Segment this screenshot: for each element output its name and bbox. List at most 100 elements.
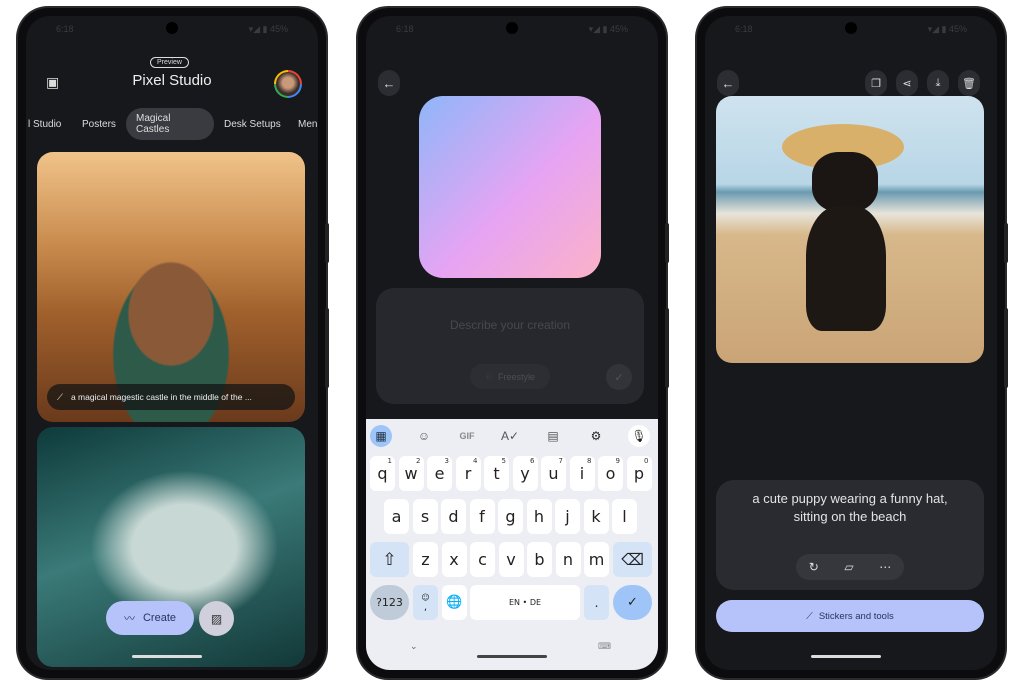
key-l[interactable]: l xyxy=(612,499,637,534)
key-hint: 9 xyxy=(615,457,620,465)
keyboard-switch-icon[interactable]: ⌨ xyxy=(598,641,611,652)
key-label: z xyxy=(421,550,430,569)
key-hint: 8 xyxy=(587,457,592,465)
back-button[interactable]: ← xyxy=(378,70,400,96)
key-label: x xyxy=(449,550,459,569)
key-hint: 6 xyxy=(530,457,535,465)
more-icon[interactable]: ⋯ xyxy=(879,560,891,574)
tab-desk-setups[interactable]: Desk Setups xyxy=(214,108,291,140)
enter-check-key[interactable]: ✓ xyxy=(613,585,652,620)
tab-studio[interactable]: l Studio xyxy=(26,108,71,140)
key-label: d xyxy=(448,507,459,526)
key-w[interactable]: w2 xyxy=(398,456,424,491)
backspace-key[interactable]: ⌫ xyxy=(613,542,652,577)
key-y[interactable]: y6 xyxy=(512,456,538,491)
key-label: l xyxy=(622,507,627,526)
download-icon[interactable]: ⤓ xyxy=(927,70,949,96)
key-h[interactable]: h xyxy=(526,499,552,534)
sticker-icon[interactable]: ☺ xyxy=(413,425,435,447)
shift-key[interactable]: ⇧ xyxy=(370,542,409,577)
key-hint: 1 xyxy=(387,457,392,465)
space-key[interactable]: EN • DE xyxy=(470,585,580,620)
add-image-icon[interactable]: ▨ xyxy=(199,601,234,636)
regenerate-icon[interactable]: ↻ xyxy=(809,560,819,574)
key-p[interactable]: p0 xyxy=(626,456,652,491)
spellcheck-icon[interactable]: A✓ xyxy=(499,425,521,447)
preview-gradient-placeholder xyxy=(419,96,601,278)
key-label: h xyxy=(533,507,545,526)
key-s[interactable]: s xyxy=(412,499,438,534)
key-label: o xyxy=(605,464,616,483)
key-i[interactable]: i8 xyxy=(569,456,595,491)
prompt-card: a cute puppy wearing a funny hat, sittin… xyxy=(716,480,984,590)
status-battery: ▾◢ ▮ 45% xyxy=(248,24,288,34)
key-z[interactable]: z xyxy=(413,542,438,577)
key-j[interactable]: j xyxy=(555,499,580,534)
prompt-text: a cute puppy wearing a funny hat, sittin… xyxy=(752,491,948,524)
gif-button[interactable]: GIF xyxy=(456,425,478,447)
prompt-actions: ↻ ▱ ⋯ xyxy=(796,554,904,580)
clipboard-icon[interactable]: ▤ xyxy=(542,425,564,447)
preview-badge: Preview xyxy=(150,57,189,68)
key-n[interactable]: n xyxy=(555,542,581,577)
share-icon[interactable]: ⋖ xyxy=(896,70,918,96)
key-u[interactable]: u7 xyxy=(541,456,566,491)
key-c[interactable]: c xyxy=(470,542,495,577)
key-g[interactable]: g xyxy=(498,499,523,534)
symbols-key[interactable]: ?123 xyxy=(370,585,409,620)
key-f[interactable]: f xyxy=(469,499,495,534)
prompt-input[interactable]: Describe your creation xyxy=(376,318,644,332)
avatar[interactable] xyxy=(274,70,302,98)
mic-icon[interactable]: 🎙 xyxy=(628,425,650,447)
key-label: b xyxy=(534,550,545,569)
key-m[interactable]: m xyxy=(584,542,609,577)
apps-icon[interactable]: ▦ xyxy=(370,425,392,447)
key-label: a xyxy=(391,507,402,526)
submit-check-button[interactable]: ✓ xyxy=(606,364,632,390)
camera-cutout xyxy=(166,22,178,34)
key-x[interactable]: x xyxy=(441,542,467,577)
key-hint: 0 xyxy=(644,457,649,465)
key-label: j xyxy=(565,507,570,526)
globe-icon[interactable]: 🌐 xyxy=(442,585,467,620)
create-button[interactable]: 〰 Create xyxy=(106,601,194,635)
copy-icon[interactable]: ❐ xyxy=(865,70,887,96)
style-freestyle-button[interactable]: ♘ Freestyle xyxy=(470,364,550,389)
key-label: y xyxy=(520,464,530,483)
tab-more[interactable]: Men xyxy=(288,108,318,140)
status-time: 6:18 xyxy=(396,24,414,34)
squiggle-icon: 〰 xyxy=(123,613,135,625)
key-label: u xyxy=(548,464,559,483)
castle-desert-image[interactable]: ⟋ a magical magestic castle in the middle… xyxy=(37,152,305,422)
aspect-ratio-icon[interactable]: ▱ xyxy=(844,560,853,574)
delete-icon[interactable]: 🗑 xyxy=(958,70,980,96)
tab-magical-castles[interactable]: Magical Castles xyxy=(126,108,214,140)
period-key[interactable]: . xyxy=(584,585,609,620)
key-a[interactable]: a xyxy=(384,499,409,534)
status-time: 6:18 xyxy=(735,24,753,34)
key-label: s xyxy=(420,507,430,526)
key-d[interactable]: d xyxy=(441,499,466,534)
puppy-beach-image[interactable] xyxy=(716,96,984,363)
key-v[interactable]: v xyxy=(498,542,524,577)
key-b[interactable]: b xyxy=(527,542,552,577)
key-r[interactable]: r4 xyxy=(455,456,481,491)
key-o[interactable]: o9 xyxy=(598,456,623,491)
key-q[interactable]: q1 xyxy=(370,456,395,491)
key-t[interactable]: t5 xyxy=(484,456,509,491)
tab-posters[interactable]: Posters xyxy=(72,108,126,140)
key-label: i xyxy=(579,464,585,483)
emoji-comma-key[interactable]: ☺, xyxy=(413,585,438,620)
puppy-body xyxy=(806,206,886,331)
prompt-caption[interactable]: ⟋ a magical magestic castle in the middle… xyxy=(47,384,295,410)
prompt-box[interactable]: Describe your creation ♘ Freestyle ✓ xyxy=(376,288,644,404)
key-k[interactable]: k xyxy=(583,499,609,534)
gear-icon[interactable]: ⚙ xyxy=(585,425,607,447)
status-time: 6:18 xyxy=(56,24,74,34)
hide-keyboard-icon[interactable]: ⌄ xyxy=(410,641,418,652)
key-e[interactable]: e3 xyxy=(427,456,452,491)
key-label: w xyxy=(404,464,418,483)
status-battery: ▾◢ ▮ 45% xyxy=(927,24,967,34)
stickers-and-tools-button[interactable]: ⟋ Stickers and tools xyxy=(716,600,984,632)
back-button[interactable]: ← xyxy=(717,70,739,96)
